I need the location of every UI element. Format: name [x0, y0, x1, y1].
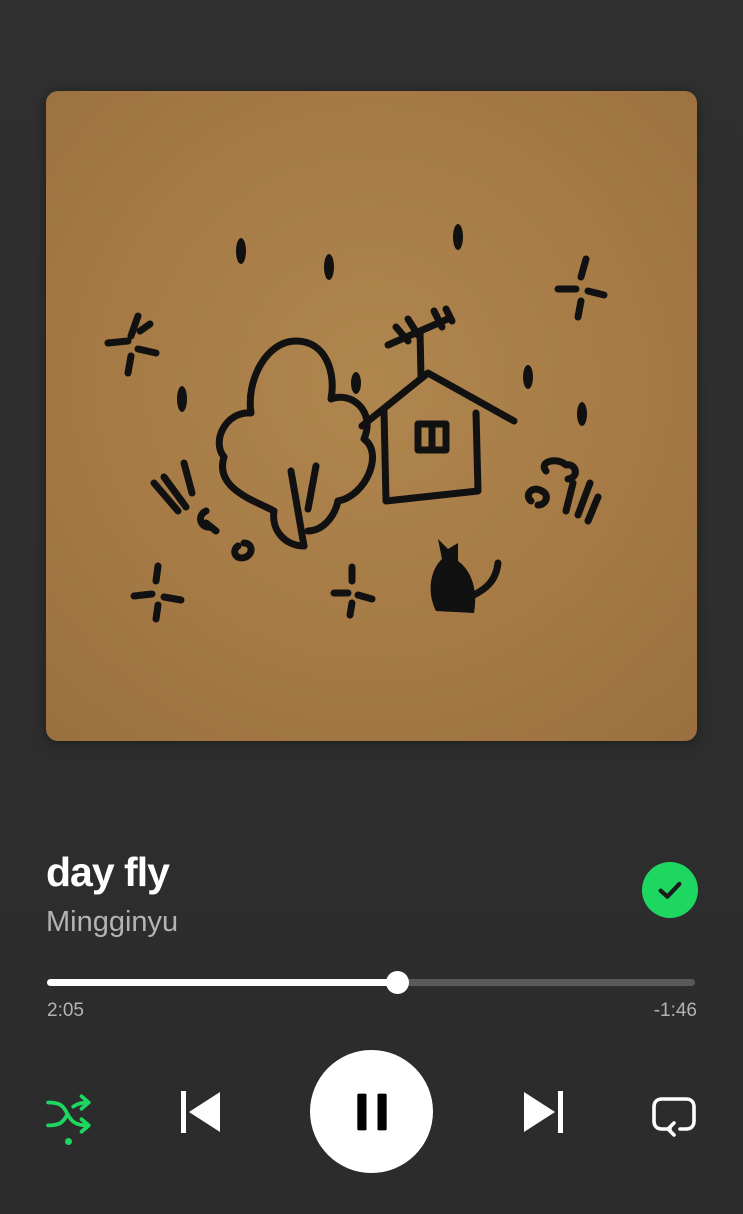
track-info: day fly Mingginyu: [46, 848, 606, 940]
repeat-icon: [652, 1097, 696, 1137]
album-art-drawing: [104, 224, 608, 623]
album-art: [46, 91, 697, 741]
progress-track[interactable]: [47, 979, 695, 986]
progress-bar[interactable]: [47, 970, 695, 996]
shuffle-button[interactable]: [40, 1086, 98, 1144]
skip-next-icon: [524, 1091, 563, 1133]
track-title[interactable]: day fly: [46, 848, 606, 896]
now-playing-screen: day fly Mingginyu 2:05 -1:46: [0, 0, 743, 1214]
progress-fill: [47, 979, 397, 986]
skip-previous-icon: [181, 1091, 220, 1133]
pause-icon: [356, 1093, 387, 1130]
liked-button[interactable]: [642, 862, 698, 918]
elapsed-time: 2:05: [47, 1000, 84, 1021]
check-icon: [658, 881, 682, 899]
playback-controls: [0, 1050, 743, 1174]
next-button[interactable]: [512, 1081, 576, 1143]
remaining-time: -1:46: [653, 1000, 697, 1021]
previous-button[interactable]: [168, 1081, 232, 1143]
track-artist[interactable]: Mingginyu: [46, 904, 606, 940]
progress-knob[interactable]: [385, 971, 409, 994]
pause-button[interactable]: [310, 1050, 433, 1173]
shuffle-icon: [46, 1094, 91, 1134]
repeat-button[interactable]: [644, 1086, 704, 1144]
shuffle-active-dot: [65, 1138, 72, 1145]
